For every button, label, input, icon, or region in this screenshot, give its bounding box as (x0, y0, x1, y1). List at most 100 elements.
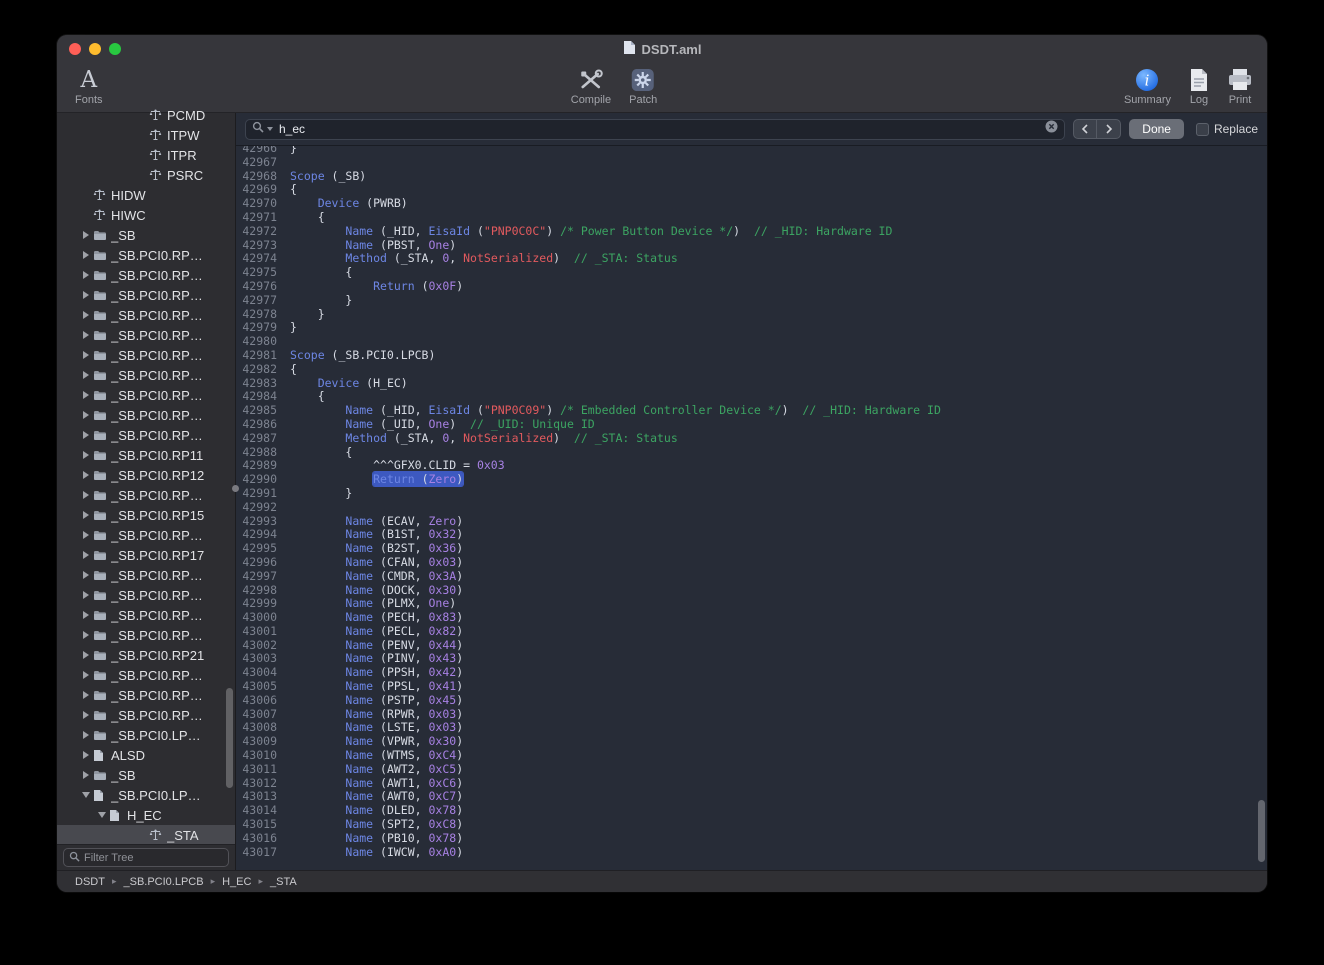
disclosure-collapsed-icon[interactable] (79, 431, 93, 439)
code-line[interactable]: 42999 Name (PLMX, One) (236, 597, 1267, 611)
breadcrumb-item[interactable]: H_EC (222, 876, 251, 888)
tree-item-sb-pci0-rp[interactable]: _SB.PCI0.RP… (57, 705, 235, 725)
code-line[interactable]: 43011 Name (AWT2, 0xC5) (236, 763, 1267, 777)
tree-item-sb-pci0-rp11[interactable]: _SB.PCI0.RP11 (57, 445, 235, 465)
tree-item-sb-pci0-rp[interactable]: _SB.PCI0.RP… (57, 665, 235, 685)
breadcrumb-item[interactable]: _SB.PCI0.LPCB (123, 876, 203, 888)
code-line[interactable]: 42998 Name (DOCK, 0x30) (236, 584, 1267, 598)
code-line[interactable]: 42992 (236, 501, 1267, 515)
code-line[interactable]: 43009 Name (VPWR, 0x30) (236, 735, 1267, 749)
search-field[interactable]: h_ec (245, 119, 1065, 140)
tree-item-sb-pci0-rp[interactable]: _SB.PCI0.RP… (57, 405, 235, 425)
minimize-button[interactable] (89, 43, 101, 55)
disclosure-collapsed-icon[interactable] (79, 591, 93, 599)
pane-splitter-handle[interactable] (232, 485, 239, 492)
disclosure-collapsed-icon[interactable] (79, 631, 93, 639)
print-button[interactable]: Print (1227, 67, 1253, 106)
disclosure-collapsed-icon[interactable] (79, 751, 93, 759)
code-line[interactable]: 42972 Name (_HID, EisaId ("PNP0C0C") /* … (236, 225, 1267, 239)
tree-item-sb-pci0-rp[interactable]: _SB.PCI0.RP… (57, 385, 235, 405)
code-line[interactable]: 43002 Name (PENV, 0x44) (236, 639, 1267, 653)
code-line[interactable]: 42977 } (236, 294, 1267, 308)
code-line[interactable]: 43013 Name (AWT0, 0xC7) (236, 790, 1267, 804)
code-line[interactable]: 42975 { (236, 266, 1267, 280)
tree-item-itpw[interactable]: ITPW (57, 125, 235, 145)
disclosure-expanded-icon[interactable] (79, 792, 93, 798)
tree-item-sta[interactable]: _STA (57, 825, 235, 844)
code-line[interactable]: 42986 Name (_UID, One) // _UID: Unique I… (236, 418, 1267, 432)
code-line[interactable]: 43012 Name (AWT1, 0xC6) (236, 777, 1267, 791)
code-line[interactable]: 42974 Method (_STA, 0, NotSerialized) //… (236, 252, 1267, 266)
code-line[interactable]: 42980 (236, 335, 1267, 349)
code-line[interactable]: 42997 Name (CMDR, 0x3A) (236, 570, 1267, 584)
disclosure-collapsed-icon[interactable] (79, 611, 93, 619)
disclosure-collapsed-icon[interactable] (79, 291, 93, 299)
code-line[interactable]: 43004 Name (PPSH, 0x42) (236, 666, 1267, 680)
code-line[interactable]: 42991 } (236, 487, 1267, 501)
tree-item-sb-pci0-rp[interactable]: _SB.PCI0.RP… (57, 245, 235, 265)
code-line[interactable]: 42978 } (236, 308, 1267, 322)
disclosure-collapsed-icon[interactable] (79, 771, 93, 779)
code-line[interactable]: 42996 Name (CFAN, 0x03) (236, 556, 1267, 570)
code-line[interactable]: 42995 Name (B2ST, 0x36) (236, 542, 1267, 556)
tree-item-sb-pci0-rp[interactable]: _SB.PCI0.RP… (57, 365, 235, 385)
tree-item-sb-pci0-rp[interactable]: _SB.PCI0.RP… (57, 425, 235, 445)
tree-item-sb-pci0-lp[interactable]: _SB.PCI0.LP… (57, 785, 235, 805)
disclosure-collapsed-icon[interactable] (79, 351, 93, 359)
tree-item-sb-pci0-rp[interactable]: _SB.PCI0.RP… (57, 285, 235, 305)
disclosure-collapsed-icon[interactable] (79, 331, 93, 339)
fonts-button[interactable]: A Fonts (75, 67, 103, 106)
code-line[interactable]: 43000 Name (PECH, 0x83) (236, 611, 1267, 625)
code-area[interactable]: 42966}4296742968Scope (_SB)42969{42970 D… (236, 146, 1267, 870)
tree-item-sb-pci0-rp[interactable]: _SB.PCI0.RP… (57, 625, 235, 645)
tree-item-sb-pci0-rp[interactable]: _SB.PCI0.RP… (57, 525, 235, 545)
tree-item-sb[interactable]: _SB (57, 765, 235, 785)
code-line[interactable]: 43010 Name (WTMS, 0xC4) (236, 749, 1267, 763)
code-line[interactable]: 43014 Name (DLED, 0x78) (236, 804, 1267, 818)
code-line[interactable]: 43015 Name (SPT2, 0xC8) (236, 818, 1267, 832)
tree-item-pcmd[interactable]: PCMD (57, 105, 235, 125)
code-line[interactable]: 42970 Device (PWRB) (236, 197, 1267, 211)
disclosure-collapsed-icon[interactable] (79, 511, 93, 519)
code-line[interactable]: 42967 (236, 156, 1267, 170)
disclosure-collapsed-icon[interactable] (79, 391, 93, 399)
disclosure-collapsed-icon[interactable] (79, 371, 93, 379)
tree-item-hidw[interactable]: HIDW (57, 185, 235, 205)
code-line[interactable]: 42979} (236, 321, 1267, 335)
code-line[interactable]: 42985 Name (_HID, EisaId ("PNP0C09") /* … (236, 404, 1267, 418)
tree-item-sb-pci0-rp21[interactable]: _SB.PCI0.RP21 (57, 645, 235, 665)
tree-item-alsd[interactable]: ALSD (57, 745, 235, 765)
disclosure-collapsed-icon[interactable] (79, 651, 93, 659)
tree-item-sb-pci0-rp[interactable]: _SB.PCI0.RP… (57, 485, 235, 505)
disclosure-collapsed-icon[interactable] (79, 671, 93, 679)
tree-item-psrc[interactable]: PSRC (57, 165, 235, 185)
code-line[interactable]: 43001 Name (PECL, 0x82) (236, 625, 1267, 639)
code-line[interactable]: 42994 Name (B1ST, 0x32) (236, 528, 1267, 542)
code-line[interactable]: 43003 Name (PINV, 0x43) (236, 652, 1267, 666)
code-line[interactable]: 42973 Name (PBST, One) (236, 239, 1267, 253)
disclosure-collapsed-icon[interactable] (79, 451, 93, 459)
find-previous-button[interactable] (1073, 119, 1097, 139)
disclosure-collapsed-icon[interactable] (79, 311, 93, 319)
patch-button[interactable]: Patch (629, 67, 657, 106)
disclosure-collapsed-icon[interactable] (79, 251, 93, 259)
disclosure-collapsed-icon[interactable] (79, 551, 93, 559)
tree-item-sb-pci0-rp[interactable]: _SB.PCI0.RP… (57, 345, 235, 365)
code-line[interactable]: 42993 Name (ECAV, Zero) (236, 515, 1267, 529)
disclosure-collapsed-icon[interactable] (79, 271, 93, 279)
code-line[interactable]: 43007 Name (RPWR, 0x03) (236, 708, 1267, 722)
summary-button[interactable]: i Summary (1124, 67, 1171, 106)
breadcrumb-item[interactable]: _STA (270, 876, 297, 888)
code-line[interactable]: 42968Scope (_SB) (236, 170, 1267, 184)
code-line[interactable]: 42971 { (236, 211, 1267, 225)
search-options-chevron-icon[interactable] (267, 127, 273, 131)
code-line[interactable]: 42981Scope (_SB.PCI0.LPCB) (236, 349, 1267, 363)
zoom-button[interactable] (109, 43, 121, 55)
tree-item-sb-pci0-rp15[interactable]: _SB.PCI0.RP15 (57, 505, 235, 525)
disclosure-collapsed-icon[interactable] (79, 691, 93, 699)
tree-item-sb-pci0-rp17[interactable]: _SB.PCI0.RP17 (57, 545, 235, 565)
code-line[interactable]: 43008 Name (LSTE, 0x03) (236, 721, 1267, 735)
compile-button[interactable]: Compile (571, 67, 611, 106)
tree-item-sb[interactable]: _SB (57, 225, 235, 245)
code-line[interactable]: 42976 Return (0x0F) (236, 280, 1267, 294)
